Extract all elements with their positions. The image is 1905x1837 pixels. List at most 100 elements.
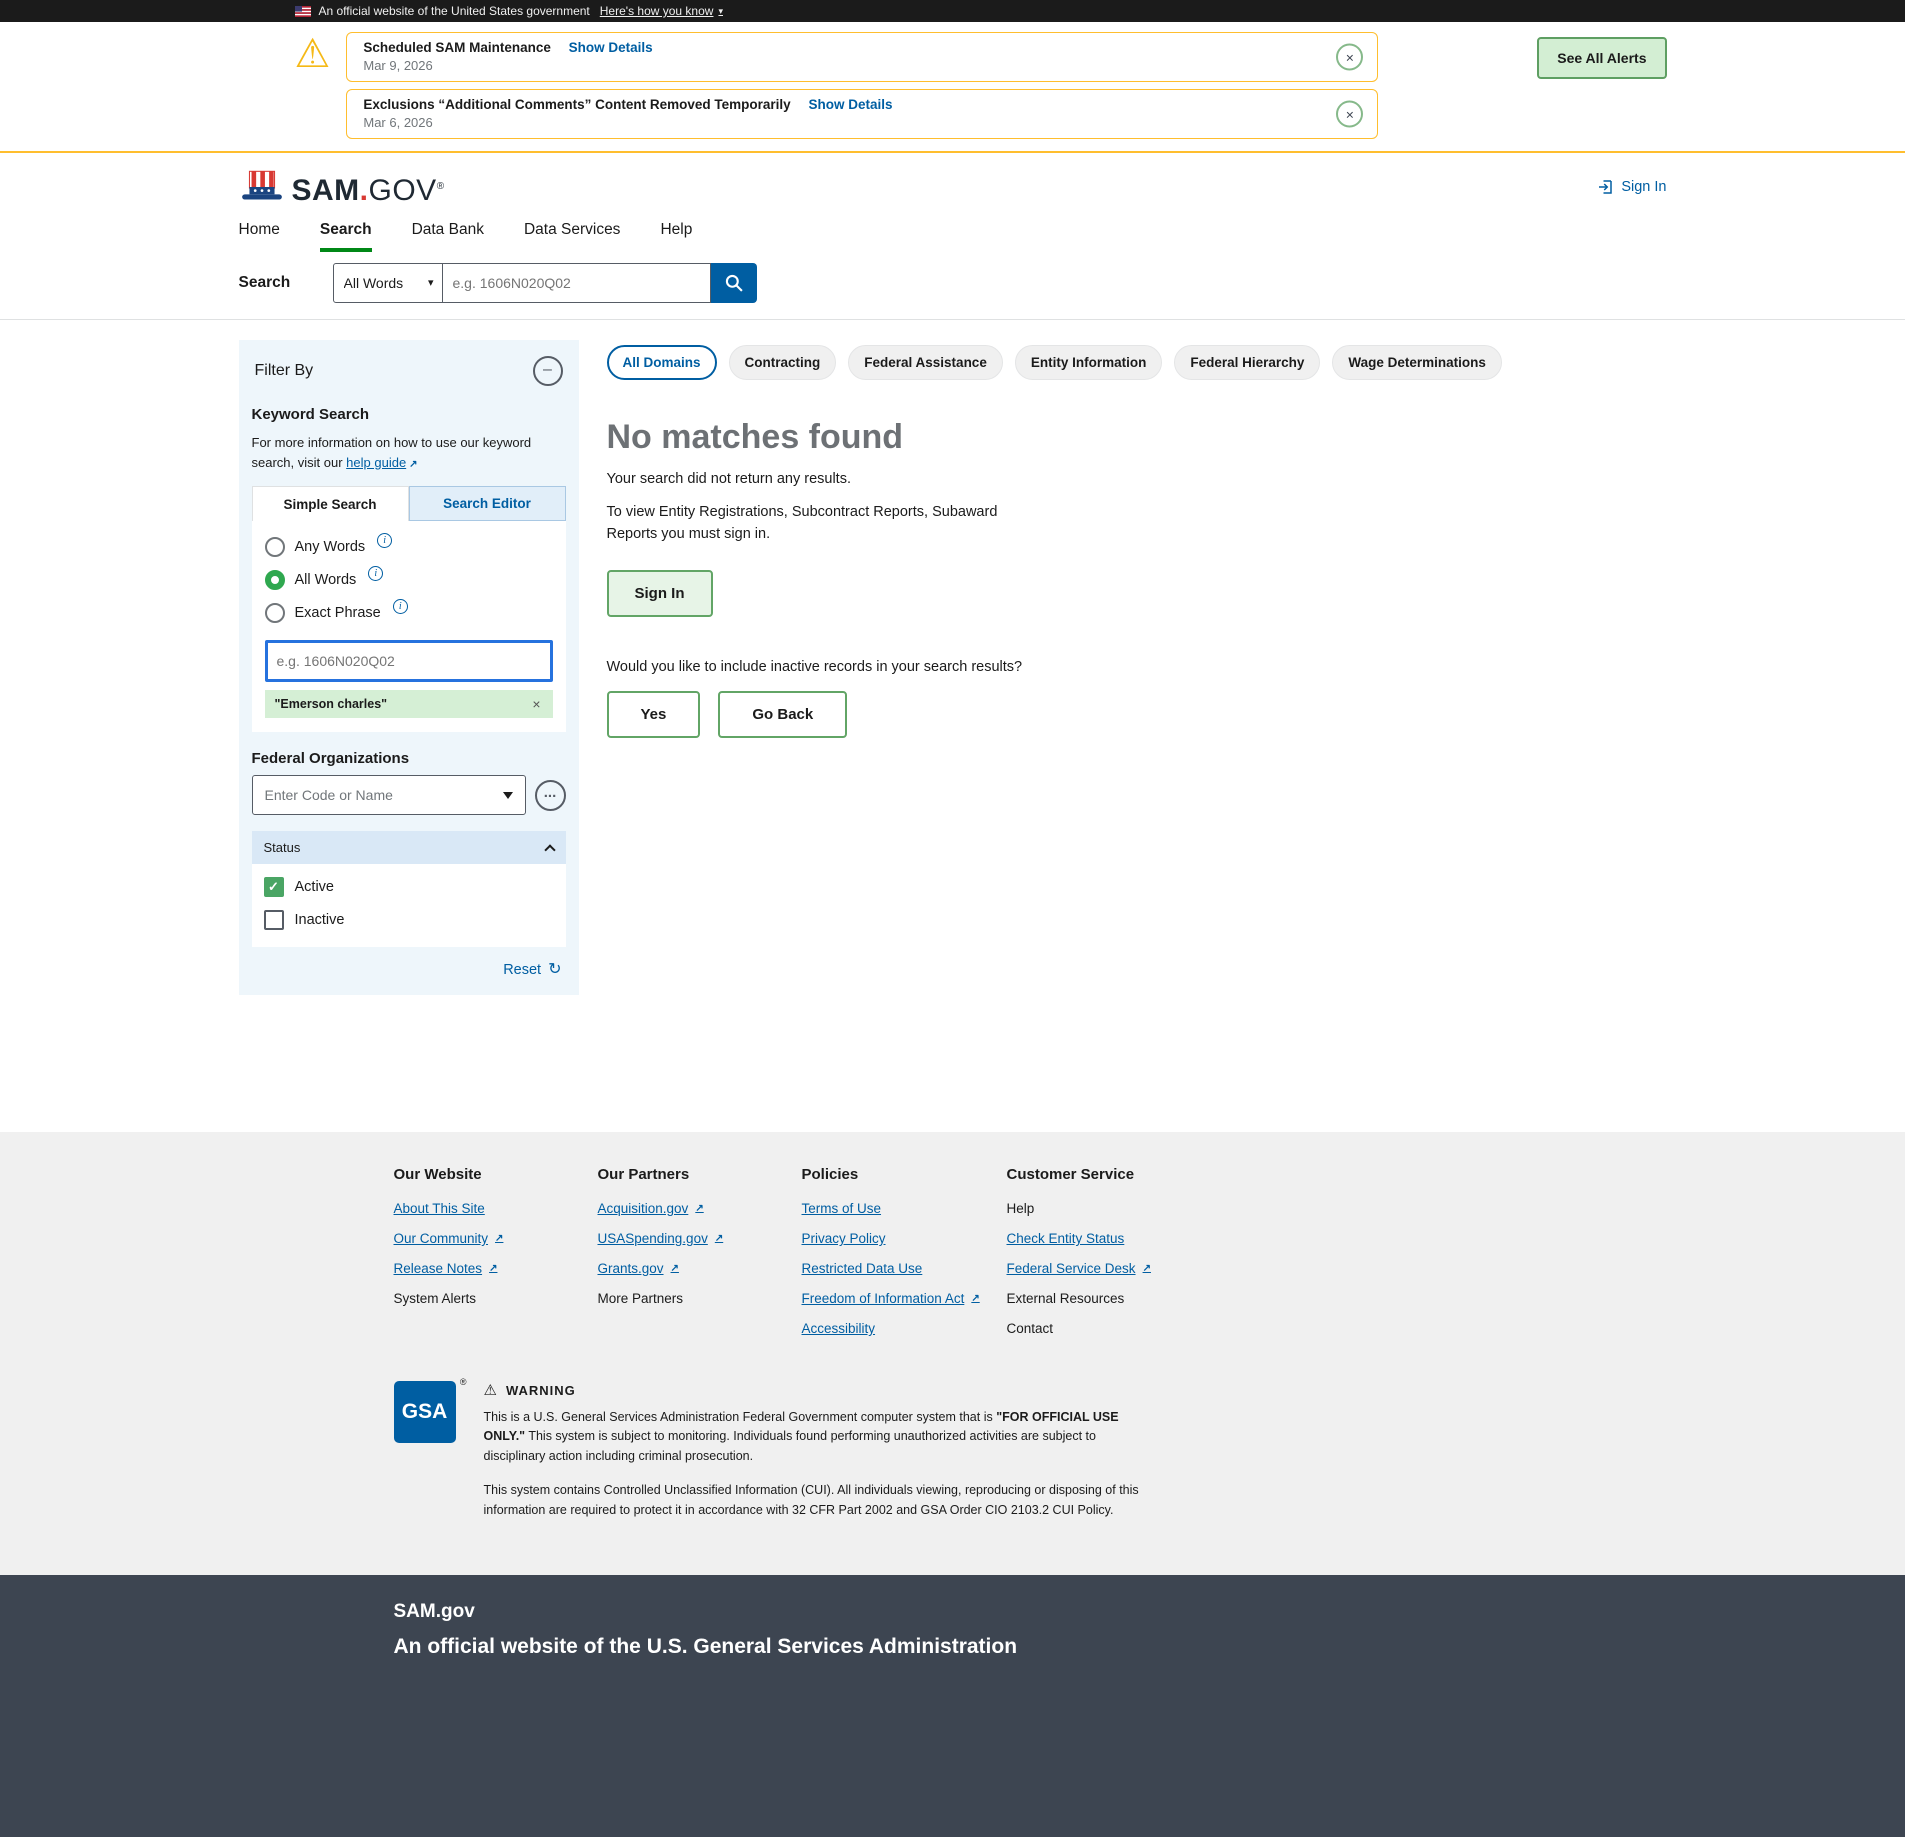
domain-tab-entity-information[interactable]: Entity Information [1015, 345, 1163, 380]
alert-date: Mar 9, 2026 [363, 58, 1325, 73]
footer-link-our-community[interactable]: Our Community↗ [394, 1231, 504, 1246]
external-link-icon: ↗ [715, 1233, 723, 1244]
footer-link-acquisition-gov[interactable]: Acquisition.gov↗ [598, 1201, 704, 1216]
info-icon[interactable]: i [368, 566, 383, 581]
footer-link-help[interactable]: Help [1007, 1201, 1035, 1216]
minus-icon: – [543, 362, 552, 378]
footer-link-usaspending-gov[interactable]: USASpending.gov↗ [598, 1231, 724, 1246]
domain-tab-contracting[interactable]: Contracting [729, 345, 837, 380]
reset-button[interactable]: Reset ↻ [503, 962, 561, 978]
banner-how-link[interactable]: Here's how you know ▾ [600, 4, 723, 18]
sam-logo[interactable]: SAM.GOV® [239, 169, 445, 205]
keyword-chip: "Emerson charles" × [265, 690, 553, 718]
checkbox-unchecked [264, 910, 284, 930]
radio-control [265, 537, 285, 557]
footer-site-title: SAM.gov [394, 1601, 1667, 1623]
sign-in-link[interactable]: Sign In [1596, 178, 1666, 196]
site-footer: Our Website About This Site Our Communit… [0, 1132, 1905, 1575]
radio-exact-phrase[interactable]: Exact Phrase i [265, 603, 553, 623]
close-icon: × [1346, 107, 1354, 121]
domain-tab-wage-determinations[interactable]: Wage Determinations [1332, 345, 1502, 380]
nav-home[interactable]: Home [239, 221, 280, 252]
info-icon[interactable]: i [393, 599, 408, 614]
filter-panel: Filter By – Keyword Search For more info… [239, 340, 579, 995]
footer-link-federal-service-desk[interactable]: Federal Service Desk↗ [1007, 1261, 1151, 1276]
search-button[interactable] [711, 263, 757, 303]
alert-close-button[interactable]: × [1336, 101, 1363, 128]
alert-title: Scheduled SAM Maintenance [363, 40, 551, 55]
checkbox-checked: ✓ [264, 877, 284, 897]
gsa-logo: GSA ® [394, 1381, 456, 1443]
tab-simple-search[interactable]: Simple Search [252, 486, 409, 521]
footer-heading: Our Partners [598, 1166, 802, 1183]
yes-button[interactable]: Yes [607, 691, 701, 738]
no-matches-heading: No matches found [607, 418, 1667, 457]
footer-link-about-this-site[interactable]: About This Site [394, 1201, 485, 1216]
footer-site-subtitle: An official website of the U.S. General … [394, 1635, 1667, 1659]
warning-paragraph-2: This system contains Controlled Unclassi… [484, 1481, 1146, 1520]
show-details-link[interactable]: Show Details [808, 97, 892, 112]
us-flag-icon [295, 6, 311, 17]
gov-banner: An official website of the United States… [0, 0, 1905, 22]
footer-link-check-entity-status[interactable]: Check Entity Status [1007, 1231, 1125, 1246]
checkbox-inactive[interactable]: Inactive [264, 910, 554, 930]
footer-link-accessibility[interactable]: Accessibility [802, 1321, 876, 1336]
tab-search-editor[interactable]: Search Editor [409, 486, 566, 521]
radio-control-selected [265, 570, 285, 590]
footer-link-privacy-policy[interactable]: Privacy Policy [802, 1231, 886, 1246]
show-details-link[interactable]: Show Details [569, 40, 653, 55]
federal-org-combobox[interactable]: Enter Code or Name [252, 775, 526, 815]
checkbox-active[interactable]: ✓ Active [264, 877, 554, 897]
footer-heading: Our Website [394, 1166, 598, 1183]
banner-text: An official website of the United States… [319, 4, 590, 18]
sign-in-icon [1596, 178, 1614, 196]
footer-link-foia[interactable]: Freedom of Information Act↗ [802, 1291, 980, 1306]
site-header: SAM.GOV® Sign In Home Search Data Bank D… [0, 153, 1905, 252]
go-back-button[interactable]: Go Back [718, 691, 847, 738]
alert-maintenance: Scheduled SAM Maintenance Show Details M… [346, 32, 1378, 82]
more-options-button[interactable]: ... [535, 780, 566, 811]
see-all-alerts-button[interactable]: See All Alerts [1537, 37, 1666, 79]
warning-paragraph-1: This is a U.S. General Services Administ… [484, 1408, 1146, 1466]
search-input[interactable] [443, 263, 711, 303]
domain-tab-federal-assistance[interactable]: Federal Assistance [848, 345, 1003, 380]
nav-help[interactable]: Help [660, 221, 692, 252]
main-nav: Home Search Data Bank Data Services Help [239, 221, 1667, 252]
footer-link-restricted-data-use[interactable]: Restricted Data Use [802, 1261, 923, 1276]
help-guide-link[interactable]: help guide↗ [346, 455, 417, 470]
alert-close-button[interactable]: × [1336, 44, 1363, 71]
info-icon[interactable]: i [377, 533, 392, 548]
search-results: All Domains Contracting Federal Assistan… [607, 340, 1667, 738]
footer-link-release-notes[interactable]: Release Notes↗ [394, 1261, 498, 1276]
footer-link-contact[interactable]: Contact [1007, 1321, 1054, 1336]
nav-data-services[interactable]: Data Services [524, 221, 620, 252]
chevron-down-icon [503, 792, 513, 799]
footer-link-external-resources[interactable]: External Resources [1007, 1291, 1125, 1306]
chip-remove-button[interactable]: × [530, 697, 542, 711]
nav-search[interactable]: Search [320, 221, 372, 252]
warning-heading: WARNING [506, 1383, 576, 1398]
domain-tab-federal-hierarchy[interactable]: Federal Hierarchy [1174, 345, 1320, 380]
footer-link-system-alerts[interactable]: System Alerts [394, 1291, 477, 1306]
external-link-icon: ↗ [495, 1233, 503, 1244]
search-bar-row: Search All Words ▾ [0, 252, 1905, 320]
chevron-up-icon [544, 844, 555, 855]
domain-tab-all-domains[interactable]: All Domains [607, 345, 717, 380]
collapse-filters-button[interactable]: – [533, 356, 563, 386]
nav-data-bank[interactable]: Data Bank [412, 221, 484, 252]
check-icon: ✓ [268, 879, 279, 895]
footer-link-grants-gov[interactable]: Grants.gov↗ [598, 1261, 679, 1276]
status-section-toggle[interactable]: Status [252, 831, 566, 864]
combobox-placeholder: Enter Code or Name [265, 787, 393, 803]
keyword-input[interactable] [265, 640, 553, 682]
radio-control [265, 603, 285, 623]
search-mode-select[interactable]: All Words [333, 263, 443, 303]
radio-all-words[interactable]: All Words i [265, 570, 553, 590]
footer-link-more-partners[interactable]: More Partners [598, 1291, 684, 1306]
radio-any-words[interactable]: Any Words i [265, 537, 553, 557]
footer-link-terms-of-use[interactable]: Terms of Use [802, 1201, 882, 1216]
top-hat-icon [239, 169, 285, 205]
sign-in-button[interactable]: Sign In [607, 570, 713, 617]
close-icon: × [1346, 50, 1354, 64]
footer-column-our-partners: Our Partners Acquisition.gov↗ USASpendin… [598, 1166, 802, 1351]
